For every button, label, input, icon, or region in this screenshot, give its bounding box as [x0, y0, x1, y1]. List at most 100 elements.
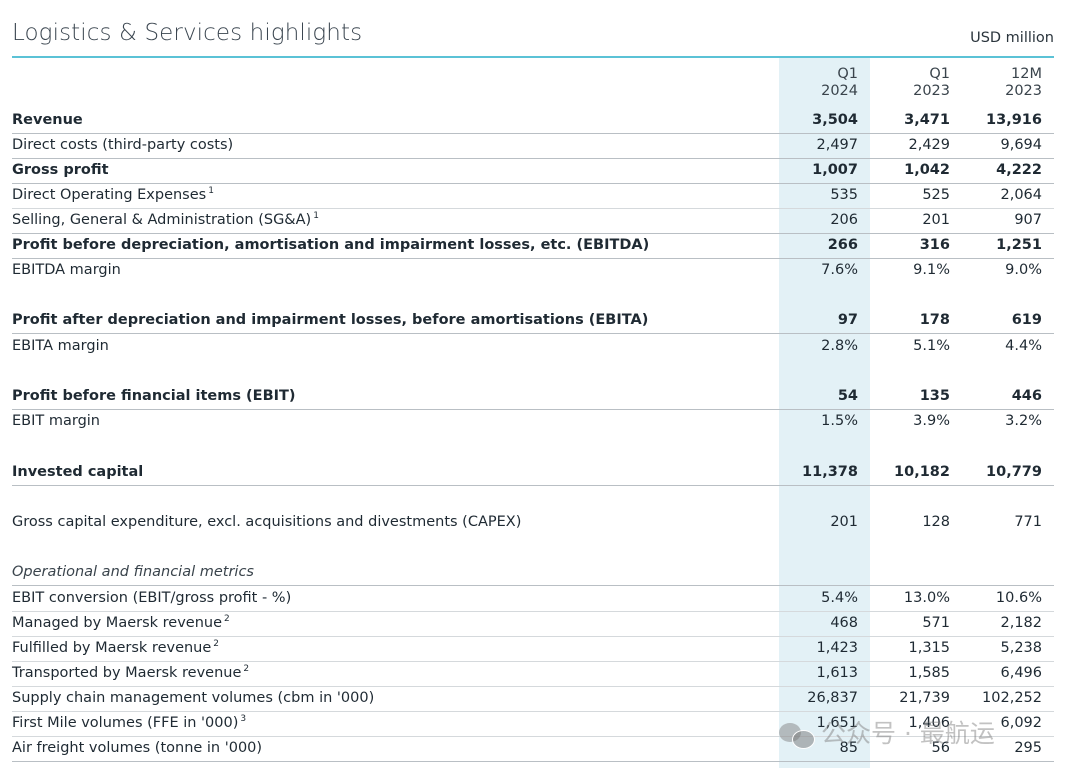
- value-12m-2023: 9,694: [1000, 137, 1042, 153]
- value-q1-2023: 1,585: [908, 665, 950, 681]
- value-q1-2024: 266: [827, 237, 858, 253]
- table-row: EBIT conversion (EBIT/gross profit - %) …: [12, 586, 1054, 612]
- table-row: Profit after depreciation and impairment…: [12, 308, 1054, 334]
- value-q1-2024: 206: [830, 212, 858, 228]
- value-q1-2023: 5.1%: [913, 338, 950, 354]
- row-label: Profit after depreciation and impairment…: [12, 312, 649, 328]
- value-12m-2023: 619: [1011, 312, 1042, 328]
- value-q1-2024: 1,423: [816, 640, 858, 656]
- section-heading-row: Operational and financial metrics: [12, 560, 1054, 586]
- row-label: EBITDA margin: [12, 262, 121, 278]
- footnote-marker: 2: [213, 639, 220, 649]
- page-title: Logistics & Services highlights: [12, 20, 363, 46]
- value-q1-2024: 5.4%: [821, 590, 858, 606]
- value-12m-2023: 6,496: [1000, 665, 1042, 681]
- value-q1-2023: 525: [922, 187, 950, 203]
- table-row: Gross profit 1,007 1,042 4,222: [12, 158, 1054, 184]
- column-header-12m-2023: 12M 2023: [1005, 66, 1042, 99]
- value-12m-2023: 102,252: [982, 690, 1042, 706]
- value-12m-2023: 5,238: [1000, 640, 1042, 656]
- value-q1-2024: 1,613: [816, 665, 858, 681]
- value-q1-2023: 2,429: [908, 137, 950, 153]
- header: Logistics & Services highlights USD mill…: [12, 18, 1054, 58]
- row-label: EBITA margin: [12, 338, 109, 354]
- table-row: Profit before financial items (EBIT) 54 …: [12, 384, 1054, 410]
- value-q1-2024: 11,378: [802, 464, 858, 480]
- value-q1-2023: 1,042: [904, 162, 950, 178]
- table-row: Fulfilled by Maersk revenue 2 1,423 1,315…: [12, 636, 1054, 662]
- footnote-marker: 1: [313, 211, 319, 221]
- value-q1-2023: 128: [922, 514, 950, 530]
- table-row: Gross capital expenditure, excl. acquisi…: [12, 510, 1054, 535]
- value-12m-2023: 771: [1014, 514, 1042, 530]
- section-heading: Operational and financial metrics: [12, 564, 254, 580]
- row-label: Profit before financial items (EBIT): [12, 388, 296, 404]
- footnote-marker: 2: [224, 614, 230, 624]
- value-12m-2023: 446: [1011, 388, 1042, 404]
- value-q1-2024: 7.6%: [821, 262, 858, 278]
- row-label: Gross profit: [12, 162, 109, 178]
- footnote-marker: 1: [208, 186, 214, 196]
- value-q1-2024: 2.8%: [821, 338, 858, 354]
- table-row: Selling, General & Administration (SG&A)…: [12, 208, 1054, 234]
- value-q1-2023: 10,182: [894, 464, 950, 480]
- value-q1-2024: 2,497: [816, 137, 858, 153]
- value-q1-2024: 1.5%: [821, 413, 858, 429]
- value-12m-2023: 13,916: [986, 112, 1042, 128]
- value-12m-2023: 3.2%: [1005, 413, 1042, 429]
- footnote-marker: 2: [243, 664, 250, 674]
- table-row: EBITA margin 2.8% 5.1% 4.4%: [12, 334, 1054, 359]
- table-row: EBITDA margin 7.6% 9.1% 9.0%: [12, 258, 1054, 283]
- table-row: Supply chain management volumes (cbm in …: [12, 686, 1054, 712]
- value-12m-2023: 9.0%: [1005, 262, 1042, 278]
- table-row: Direct Operating Expenses 1 535 525 2,064: [12, 183, 1054, 209]
- value-q1-2024: 1,007: [812, 162, 858, 178]
- value-q1-2023: 201: [922, 212, 950, 228]
- value-q1-2023: 21,739: [899, 690, 950, 706]
- row-label: Air freight volumes (tonne in '000): [12, 740, 263, 756]
- unit-label: USD million: [970, 30, 1054, 46]
- value-q1-2024: 3,504: [812, 112, 858, 128]
- value-12m-2023: 907: [1014, 212, 1042, 228]
- row-label: EBIT margin: [12, 413, 100, 429]
- value-12m-2023: 1,251: [996, 237, 1042, 253]
- row-label: EBIT conversion (EBIT/gross profit - %): [12, 590, 292, 606]
- value-q1-2023: 135: [919, 388, 950, 404]
- value-q1-2024: 26,837: [807, 690, 858, 706]
- value-q1-2023: 3,471: [904, 112, 950, 128]
- watermark-text: 公众号 · 最航运: [821, 719, 995, 748]
- row-label: Supply chain management volumes (cbm in …: [12, 690, 375, 706]
- row-label: Invested capital: [12, 464, 144, 480]
- value-12m-2023: 10.6%: [995, 590, 1042, 606]
- value-q1-2024: 535: [830, 187, 858, 203]
- row-label: Transported by Maersk revenue 2: [12, 664, 250, 681]
- footnote-marker: 3: [240, 714, 247, 724]
- value-q1-2023: 316: [919, 237, 950, 253]
- value-12m-2023: 4,222: [996, 162, 1042, 178]
- table-row: EBIT margin 1.5% 3.9% 3.2%: [12, 409, 1054, 434]
- value-12m-2023: 4.4%: [1005, 338, 1042, 354]
- value-q1-2023: 178: [919, 312, 950, 328]
- value-12m-2023: 2,182: [1000, 615, 1042, 631]
- row-label: Gross capital expenditure, excl. acquisi…: [12, 514, 522, 530]
- value-12m-2023: 2,064: [1000, 187, 1042, 203]
- row-label: Selling, General & Administration (SG&A)…: [12, 211, 319, 228]
- row-label: First Mile volumes (FFE in '000) 3: [12, 714, 247, 731]
- value-q1-2024: 97: [837, 312, 858, 328]
- value-q1-2024: 54: [837, 388, 858, 404]
- table-row: Profit before depreciation, amortisation…: [12, 233, 1054, 259]
- row-label: Revenue: [12, 112, 83, 128]
- table-row: Direct costs (third-party costs) 2,497 2…: [12, 133, 1054, 159]
- wechat-icon: [779, 721, 815, 749]
- value-q1-2023: 13.0%: [903, 590, 950, 606]
- table-row: Revenue 3,504 3,471 13,916: [12, 108, 1054, 134]
- table-row: Transported by Maersk revenue 2 1,613 1,5…: [12, 661, 1054, 687]
- table-row: Managed by Maersk revenue 2 468 571 2,182: [12, 611, 1054, 637]
- watermark: 公众号 · 最航运: [779, 714, 995, 750]
- value-q1-2023: 571: [922, 615, 950, 631]
- row-label: Profit before depreciation, amortisation…: [12, 237, 650, 253]
- value-q1-2023: 9.1%: [913, 262, 950, 278]
- row-label: Direct costs (third-party costs): [12, 137, 234, 153]
- value-12m-2023: 10,779: [986, 464, 1042, 480]
- value-q1-2024: 468: [830, 615, 858, 631]
